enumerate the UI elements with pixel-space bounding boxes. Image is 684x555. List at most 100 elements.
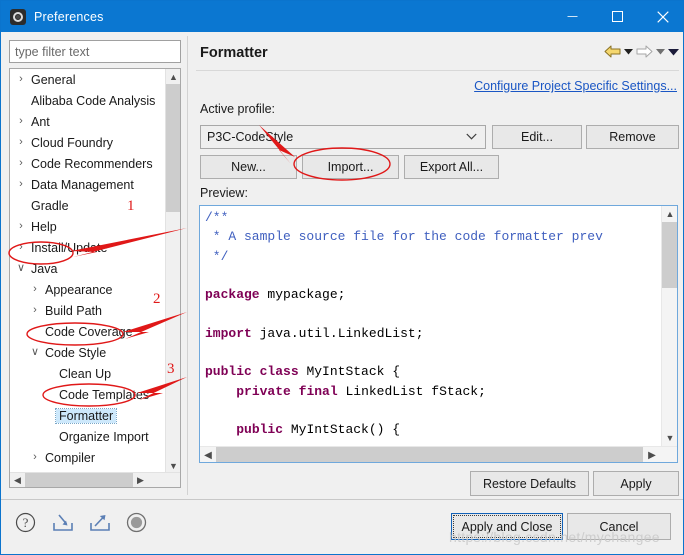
tree-item-label: Clean Up	[56, 367, 114, 381]
scroll-up-icon[interactable]: ▲	[662, 206, 678, 222]
chevron-right-icon[interactable]: ›	[14, 158, 28, 169]
tree-item-general[interactable]: ›General	[10, 69, 166, 90]
tree-item-java[interactable]: ∨Java	[10, 258, 166, 279]
preview-vertical-scrollbar[interactable]: ▲ ▼	[661, 206, 677, 446]
configure-project-specific-settings-link[interactable]: Configure Project Specific Settings...	[474, 79, 677, 93]
tree-item-label: Compiler	[42, 451, 98, 465]
code-line: /**	[205, 208, 658, 227]
tree-item-cloud-foundry[interactable]: ›Cloud Foundry	[10, 132, 166, 153]
chevron-right-icon[interactable]: ›	[28, 305, 42, 316]
filter-input[interactable]	[9, 40, 181, 63]
preview-label: Preview:	[200, 186, 248, 200]
scroll-right-icon[interactable]: ▶	[133, 473, 148, 488]
tree-hscroll-thumb[interactable]	[25, 473, 133, 488]
forward-menu-chevron-down-icon[interactable]	[656, 48, 665, 55]
tree-item-compiler[interactable]: ›Compiler	[10, 447, 166, 468]
back-menu-chevron-down-icon[interactable]	[624, 48, 633, 55]
tree-item-label: Appearance	[42, 283, 115, 297]
chevron-right-icon[interactable]: ›	[14, 221, 28, 232]
back-arrow-icon[interactable]	[604, 44, 621, 59]
export-all-button[interactable]: Export All...	[404, 155, 499, 179]
tree-item-data-management[interactable]: ›Data Management	[10, 174, 166, 195]
view-menu-chevron-down-icon[interactable]	[668, 48, 679, 56]
dialog-body: ›GeneralAlibaba Code Analysis›Ant›Cloud …	[1, 32, 684, 499]
export-icon[interactable]	[87, 510, 112, 535]
tree-item-formatter[interactable]: Formatter	[10, 405, 166, 426]
scroll-left-icon[interactable]: ◀	[200, 447, 216, 463]
new-profile-button[interactable]: New...	[200, 155, 297, 179]
code-line: * A sample source file for the code form…	[205, 227, 658, 246]
close-button[interactable]	[640, 1, 684, 32]
chevron-right-icon[interactable]: ›	[28, 452, 42, 463]
maximize-button[interactable]	[595, 1, 640, 32]
tree-item-label: Code Coverage	[42, 325, 136, 339]
tree-item-code-templates[interactable]: Code Templates	[10, 384, 166, 405]
help-icon[interactable]: ?	[13, 510, 38, 535]
tree-item-gradle[interactable]: Gradle	[10, 195, 166, 216]
tree-item-organize-import[interactable]: Organize Import	[10, 426, 166, 447]
code-line	[205, 304, 658, 323]
preview-vscroll-thumb[interactable]	[662, 222, 678, 288]
chevron-right-icon[interactable]: ›	[14, 74, 28, 85]
chevron-down-icon[interactable]: ∨	[14, 263, 28, 274]
gear-icon	[10, 9, 26, 25]
scroll-down-icon[interactable]: ▼	[166, 458, 181, 473]
scroll-down-icon[interactable]: ▼	[662, 430, 678, 446]
code-line: public class MyIntStack {	[205, 362, 658, 381]
tree-item-label: Ant	[28, 115, 53, 129]
preview-hscroll-thumb[interactable]	[216, 447, 643, 463]
tree-horizontal-scrollbar[interactable]: ◀ ▶	[10, 472, 180, 487]
apply-button[interactable]: Apply	[593, 471, 679, 496]
remove-profile-button[interactable]: Remove	[586, 125, 679, 149]
tree-item-label: Data Management	[28, 178, 137, 192]
tree-item-label: Organize Import	[56, 430, 152, 444]
preview-horizontal-scrollbar[interactable]: ◀ ▶	[200, 446, 677, 462]
apply-and-close-button[interactable]: Apply and Close	[451, 513, 563, 540]
svg-text:?: ?	[23, 515, 29, 530]
chevron-down-icon[interactable]: ∨	[28, 347, 42, 358]
tree-item-help[interactable]: ›Help	[10, 216, 166, 237]
edit-profile-button[interactable]: Edit...	[492, 125, 582, 149]
record-icon[interactable]	[124, 510, 149, 535]
page-nav-icons	[604, 44, 679, 59]
tree-vertical-scrollbar[interactable]: ▲ ▼	[165, 69, 180, 473]
tree-item-appearance[interactable]: ›Appearance	[10, 279, 166, 300]
cancel-button[interactable]: Cancel	[567, 513, 671, 540]
import-profile-button[interactable]: Import...	[302, 155, 399, 179]
restore-defaults-button[interactable]: Restore Defaults	[470, 471, 589, 496]
tree-item-ant[interactable]: ›Ant	[10, 111, 166, 132]
page-title: Formatter	[200, 45, 268, 61]
settings-tree[interactable]: ›GeneralAlibaba Code Analysis›Ant›Cloud …	[9, 68, 181, 488]
chevron-right-icon[interactable]: ›	[14, 179, 28, 190]
scroll-up-icon[interactable]: ▲	[166, 69, 181, 84]
tree-item-label: Formatter	[56, 409, 116, 423]
tree-item-alibaba-code-analysis[interactable]: Alibaba Code Analysis	[10, 90, 166, 111]
import-icon[interactable]	[50, 510, 75, 535]
tree-item-code-coverage[interactable]: Code Coverage	[10, 321, 166, 342]
chevron-right-icon[interactable]: ›	[14, 242, 28, 253]
tree-item-label: Gradle	[28, 199, 72, 213]
preview-code-text: /** * A sample source file for the code …	[200, 206, 658, 446]
tree-item-label: Build Path	[42, 304, 105, 318]
code-preview[interactable]: /** * A sample source file for the code …	[199, 205, 678, 463]
tree-item-build-path[interactable]: ›Build Path	[10, 300, 166, 321]
tree-item-label: Help	[28, 220, 60, 234]
chevron-right-icon[interactable]: ›	[14, 137, 28, 148]
tree-item-clean-up[interactable]: Clean Up	[10, 363, 166, 384]
chevron-right-icon[interactable]: ›	[28, 284, 42, 295]
scroll-left-icon[interactable]: ◀	[10, 473, 25, 488]
tree-item-install-update[interactable]: ›Install/Update	[10, 237, 166, 258]
active-profile-select[interactable]: P3C-CodeStyle	[200, 125, 486, 149]
code-line: package mypackage;	[205, 285, 658, 304]
window-title: Preferences	[34, 10, 104, 24]
scroll-right-icon[interactable]: ▶	[644, 447, 660, 463]
forward-arrow-icon[interactable]	[636, 44, 653, 59]
tree-vscroll-thumb[interactable]	[166, 84, 181, 212]
tree-item-label: Cloud Foundry	[28, 136, 116, 150]
formatter-page: Formatter	[194, 36, 681, 495]
minimize-button[interactable]	[550, 1, 595, 32]
code-line	[205, 266, 658, 285]
tree-item-code-style[interactable]: ∨Code Style	[10, 342, 166, 363]
chevron-right-icon[interactable]: ›	[14, 116, 28, 127]
tree-item-code-recommenders[interactable]: ›Code Recommenders	[10, 153, 166, 174]
